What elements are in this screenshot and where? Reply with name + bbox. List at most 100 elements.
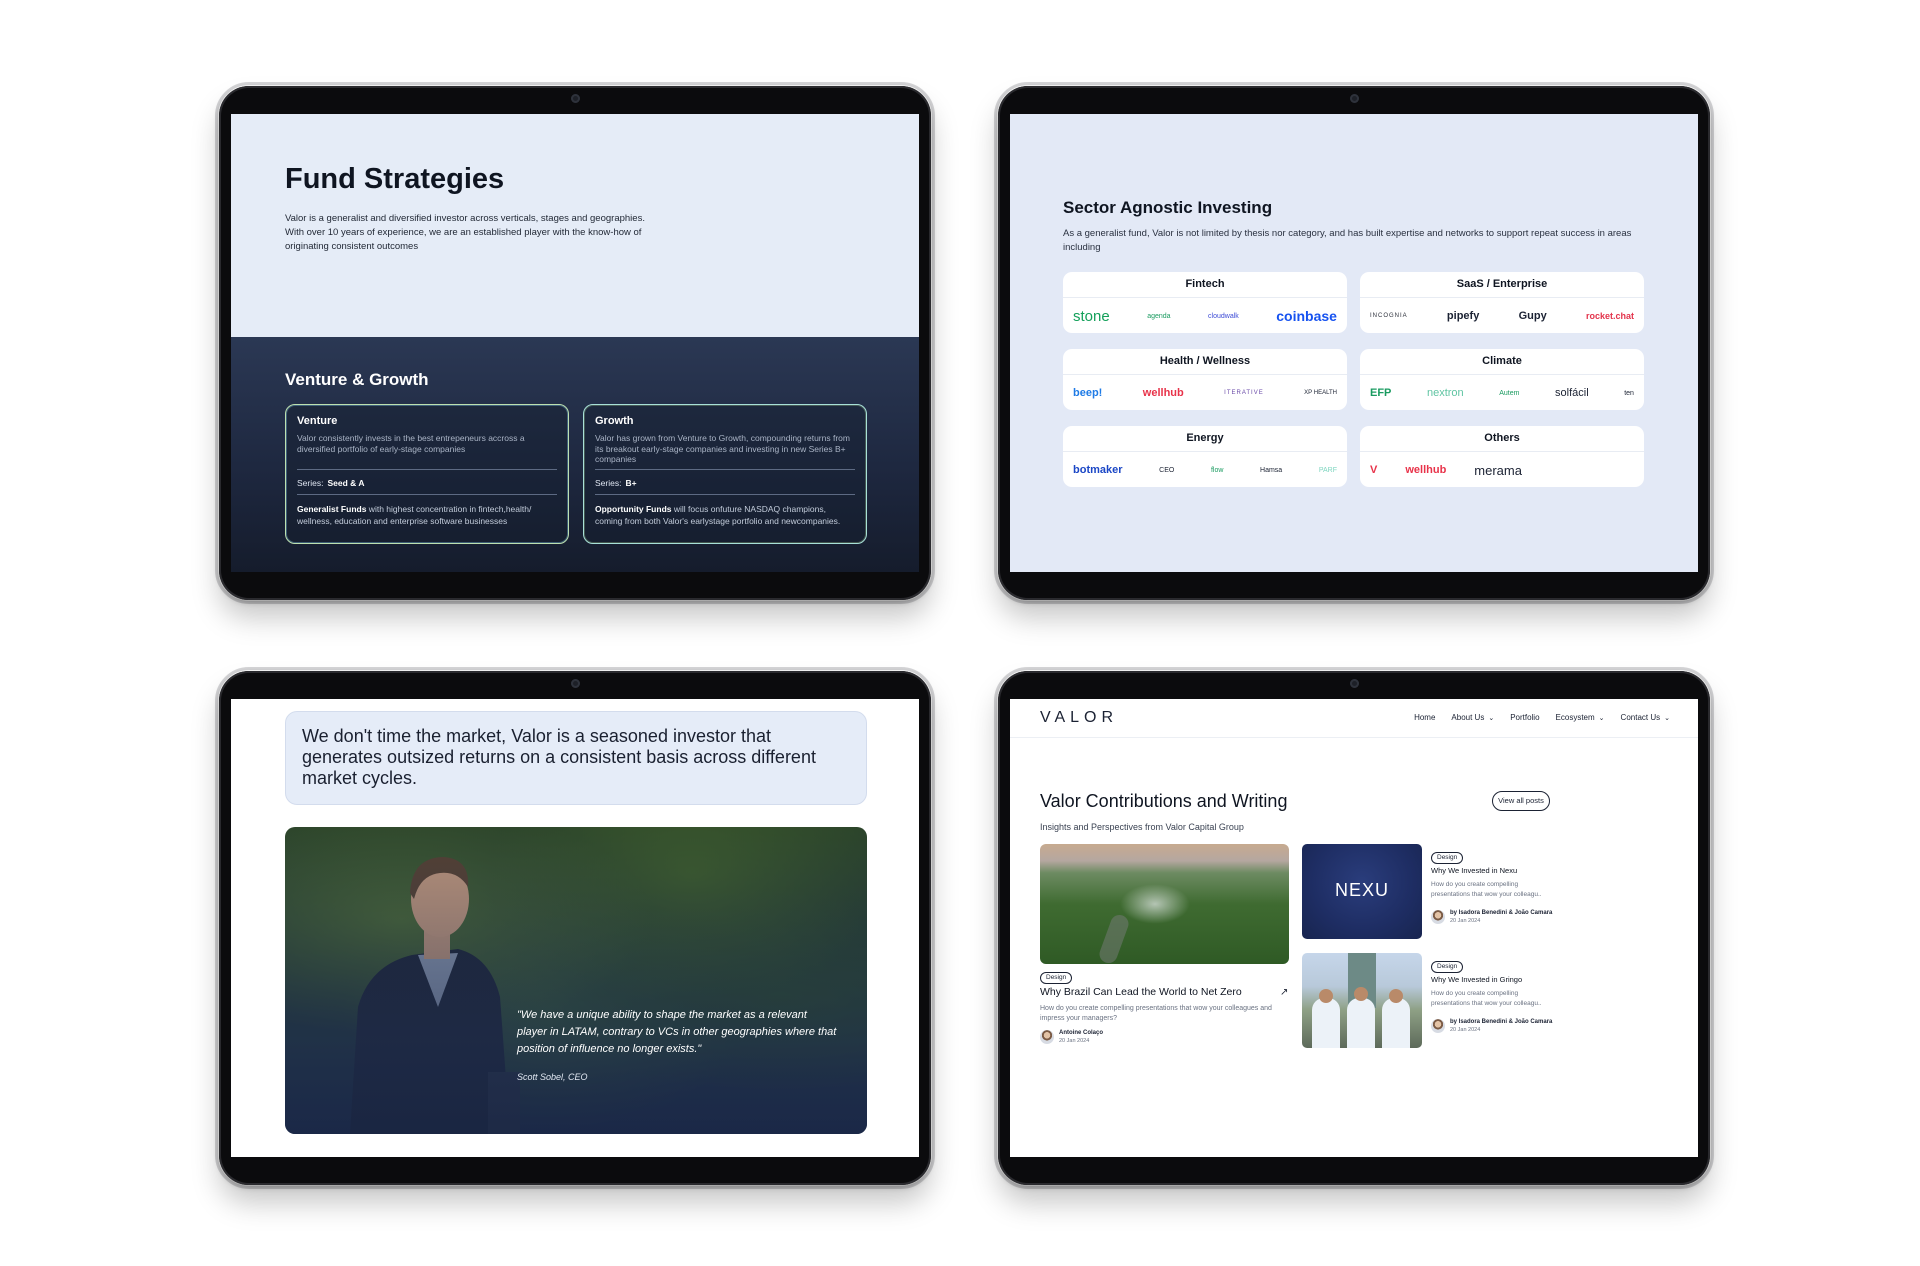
featured-author: Antoine Colaço 20 Jan 2024 — [1040, 1029, 1103, 1045]
nav-menu: Home About Us ⌄ Portfolio Ecosystem ⌄ Cont… — [1414, 713, 1670, 722]
avatar — [1431, 910, 1445, 924]
card-series: Series: B+ — [595, 478, 855, 488]
growth-card: Growth Valor has grown from Venture to G… — [583, 404, 867, 544]
sector-card-health: Health / Wellness beep! wellhub ITERATIV… — [1063, 349, 1347, 410]
valor-logo[interactable]: VALOR — [1040, 709, 1118, 727]
post-author: by Isadora Benedini & João Camara 20 Jan… — [1431, 1018, 1552, 1034]
sector-name: Others — [1360, 426, 1644, 452]
featured-post-description: How do you create compelling presentatio… — [1040, 1005, 1272, 1022]
slide-ceo-quote: We don't time the market, Valor is a sea… — [231, 699, 919, 1157]
camera-icon — [1350, 679, 1359, 688]
slide-title: Sector Agnostic Investing — [1063, 198, 1273, 217]
image-head — [1354, 987, 1368, 1001]
tablet-ceo-quote: We don't time the market, Valor is a sea… — [215, 667, 935, 1189]
post-date: 20 Jan 2024 — [1059, 1038, 1090, 1044]
post-tag[interactable]: Design — [1040, 972, 1073, 984]
incognia-logo: INCOGNIA — [1370, 313, 1408, 319]
sector-name: SaaS / Enterprise — [1360, 272, 1644, 298]
ceo-photo: "We have a unique ability to shape the m… — [285, 827, 867, 1134]
image-river — [1096, 912, 1132, 964]
image-person — [1312, 998, 1340, 1048]
post-title[interactable]: Why We Invested in Nexu — [1431, 866, 1517, 875]
ceo-logo: CEO — [1159, 466, 1175, 474]
merama-logo: merama — [1474, 462, 1522, 478]
logo-row: botmaker CEO flow Hamsa PARF — [1063, 452, 1347, 488]
statement-text: We don't time the market, Valor is a sea… — [302, 726, 816, 788]
post-date: 20 Jan 2024 — [1450, 1027, 1481, 1033]
sector-card-others: Others V wellhub merama — [1360, 426, 1644, 487]
image-mist — [1120, 884, 1190, 924]
v-logo: V — [1370, 464, 1378, 476]
series-value: B+ — [625, 478, 637, 488]
post-tag[interactable]: Design — [1431, 961, 1464, 973]
series-value: Seed & A — [327, 478, 365, 488]
flow-logo: flow — [1210, 466, 1224, 474]
image-person — [1382, 998, 1410, 1048]
card-fund-note: Opportunity Funds will focus onfuture NA… — [595, 503, 855, 527]
post-author: by Isadora Benedini & João Camara 20 Jan… — [1431, 909, 1552, 925]
divider — [297, 494, 557, 495]
hamsa-logo: Hamsa — [1260, 466, 1283, 474]
post-title[interactable]: Why We Invested in Gringo — [1431, 975, 1522, 984]
arrow-up-right-icon[interactable]: ↗ — [1280, 987, 1288, 998]
sector-name: Climate — [1360, 349, 1644, 375]
fund-name: Opportunity Funds — [595, 504, 672, 514]
chevron-down-icon: ⌄ — [1598, 715, 1605, 722]
nexu-logo-text: NEXU — [1334, 880, 1389, 900]
slide-title: Fund Strategies — [285, 163, 505, 195]
efp-logo: EFP — [1370, 387, 1392, 399]
blog-page: VALOR Home About Us ⌄ Portfolio Ecosystem… — [1010, 699, 1698, 1157]
sector-card-energy: Energy botmaker CEO flow Hamsa PARF — [1063, 426, 1347, 487]
coinbase-logo: coinbase — [1276, 308, 1337, 324]
camera-icon — [1350, 94, 1359, 103]
logo-row: stone agenda cloudwalk coinbase — [1063, 298, 1347, 334]
rocketchat-logo: rocket.chat — [1585, 311, 1634, 321]
stone-logo: stone — [1073, 307, 1110, 325]
image-person — [1347, 998, 1375, 1048]
iterative-logo: ITERATIVE — [1224, 390, 1264, 396]
series-label: Series: — [595, 478, 622, 488]
divider — [297, 469, 557, 470]
logo-row: beep! wellhub ITERATIVE XP HEALTH — [1063, 375, 1347, 411]
author-name: by Isadora Benedini & João Camara — [1450, 910, 1553, 916]
photo-overlay — [285, 827, 867, 1134]
page-subtitle: Insights and Perspectives from Valor Cap… — [1040, 822, 1244, 832]
nav-portfolio[interactable]: Portfolio — [1510, 713, 1539, 722]
slide-intro: Valor is a generalist and diversified in… — [285, 213, 645, 252]
chevron-down-icon: ⌄ — [1488, 715, 1495, 722]
avatar — [1040, 1030, 1054, 1044]
author-name: Antoine Colaço — [1059, 1030, 1104, 1036]
image-head — [1319, 989, 1333, 1003]
featured-post-image[interactable] — [1040, 844, 1289, 964]
card-title: Venture — [297, 415, 338, 427]
gringo-post-image[interactable] — [1302, 953, 1422, 1048]
quote-author: Scott Sobel, CEO — [517, 1072, 588, 1082]
nav-about-us[interactable]: About Us ⌄ — [1451, 713, 1494, 722]
divider — [595, 469, 855, 470]
section-title: Venture & Growth — [285, 370, 429, 389]
post-date: 20 Jan 2024 — [1450, 918, 1481, 924]
card-fund-note: Generalist Funds with highest concentrat… — [297, 503, 557, 527]
series-label: Series: — [297, 478, 324, 488]
nav-ecosystem[interactable]: Ecosystem ⌄ — [1556, 713, 1605, 722]
wellhub-logo: wellhub — [1142, 387, 1184, 399]
post-description: How do you create compelling presentatio… — [1431, 990, 1542, 1007]
slide-sector-investing: Sector Agnostic Investing As a generalis… — [1010, 114, 1698, 572]
card-description: Valor consistently invests in the best e… — [297, 433, 525, 454]
post-tag[interactable]: Design — [1431, 852, 1464, 864]
statement-box: We don't time the market, Valor is a sea… — [285, 711, 867, 805]
camera-icon — [571, 94, 580, 103]
post-description: How do you create compelling presentatio… — [1431, 881, 1542, 898]
card-title: Growth — [595, 415, 634, 427]
gupy-logo: Gupy — [1518, 310, 1547, 322]
wellhub-logo: wellhub — [1405, 464, 1447, 476]
nexu-post-image[interactable]: NEXU — [1302, 844, 1422, 939]
venture-growth-panel: Venture & Growth Venture Valor consisten… — [231, 337, 919, 572]
logo-row: EFP nextron Autem solfácil ten — [1360, 375, 1644, 411]
nav-home[interactable]: Home — [1414, 713, 1435, 722]
featured-post-title[interactable]: Why Brazil Can Lead the World to Net Zer… — [1040, 986, 1242, 998]
nav-contact-us[interactable]: Contact Us ⌄ — [1621, 713, 1670, 722]
solfacil-logo: solfácil — [1555, 387, 1589, 399]
venture-card: Venture Valor consistently invests in th… — [285, 404, 569, 544]
view-all-posts-button[interactable]: View all posts — [1492, 791, 1550, 811]
